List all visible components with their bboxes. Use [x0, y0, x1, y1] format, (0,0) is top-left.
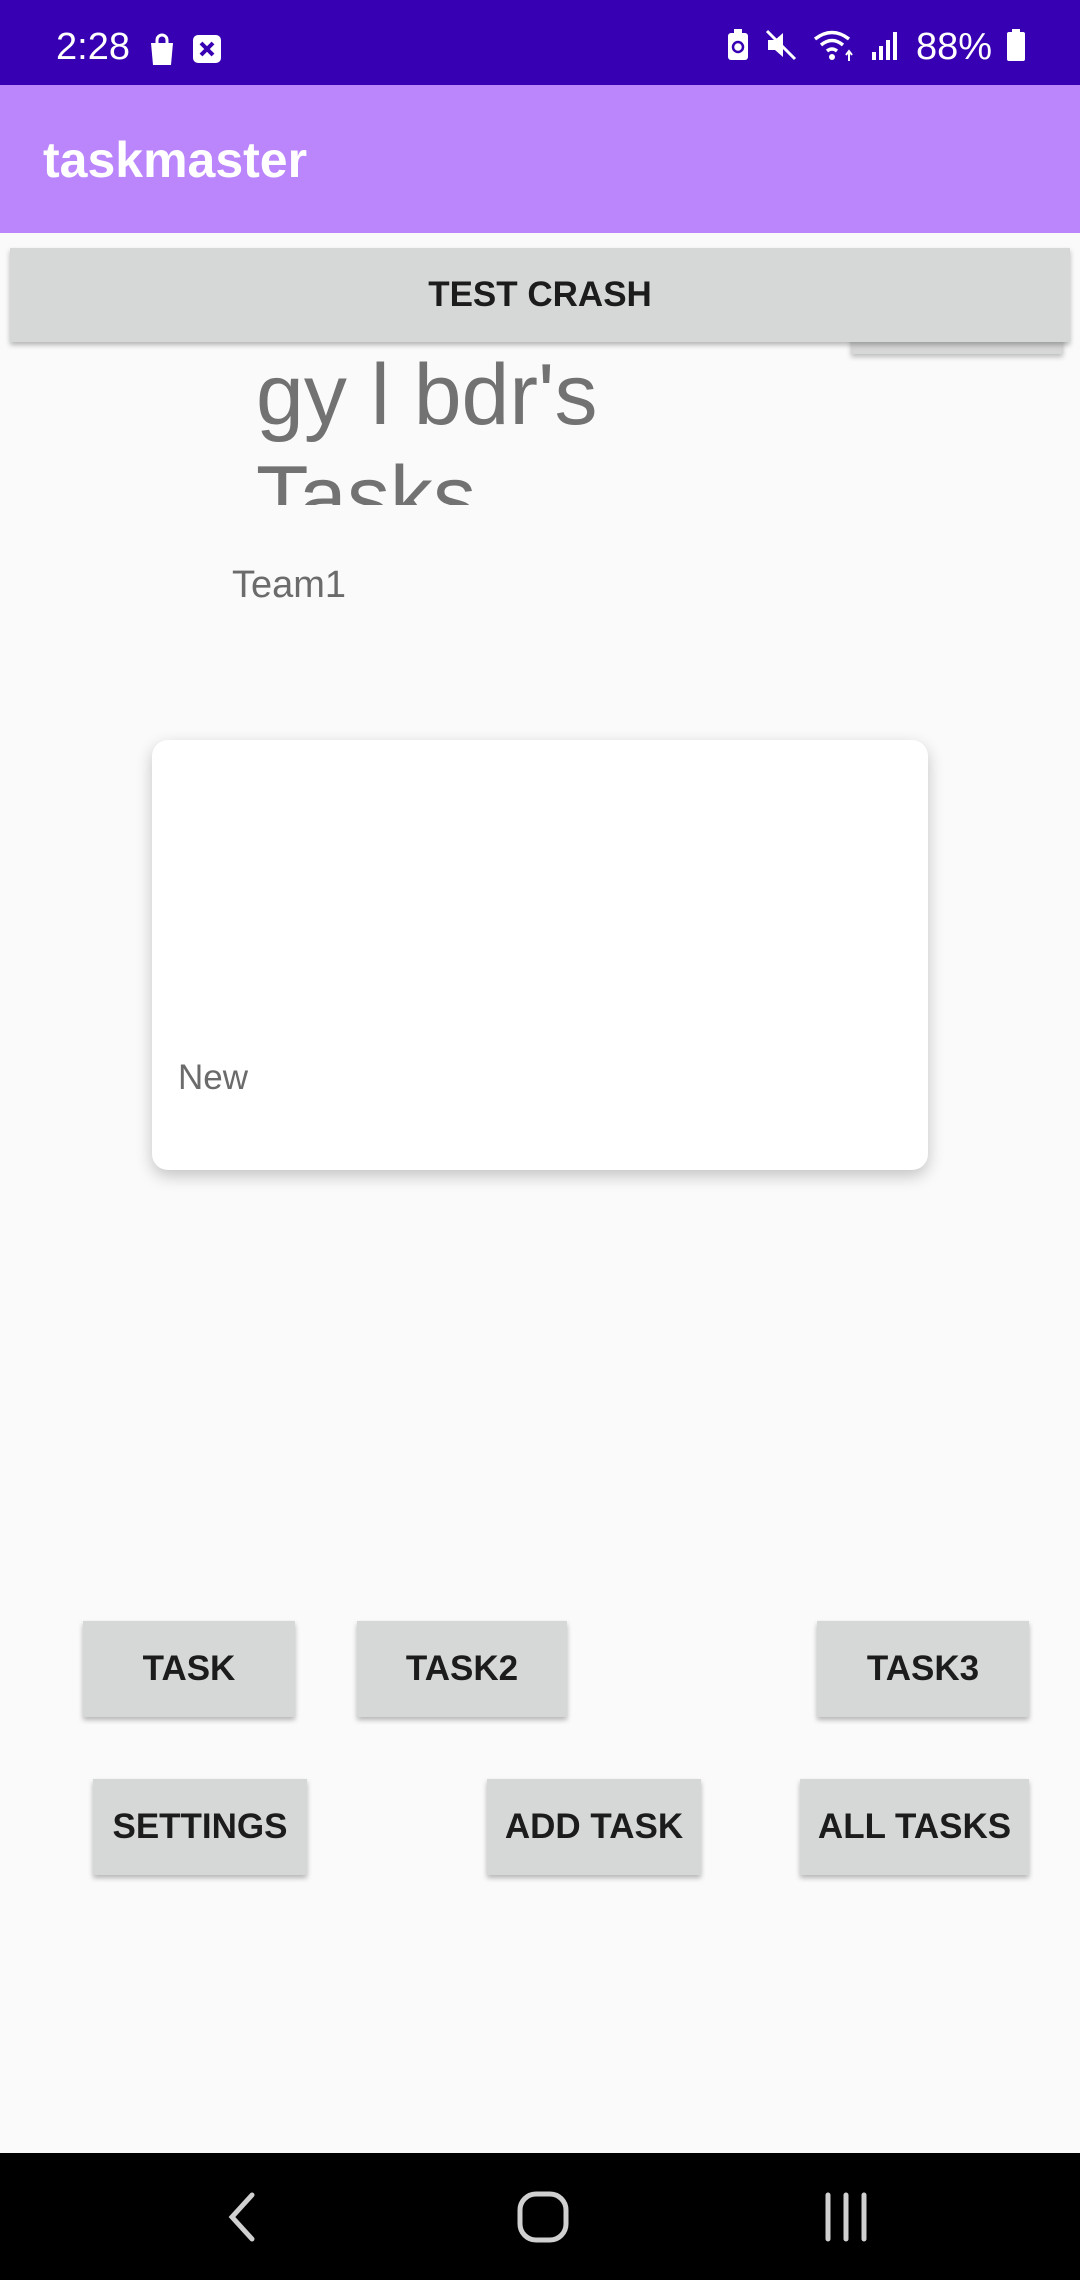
system-icons: 88% [726, 26, 1026, 69]
page-heading: gy l bdr's Tasks [256, 347, 598, 505]
status-time: 2:28 [56, 26, 130, 68]
task3-button[interactable]: TASK3 [817, 1621, 1029, 1717]
task2-button[interactable]: TASK2 [357, 1621, 567, 1717]
mute-icon [764, 28, 798, 67]
team-name: Team1 [232, 564, 347, 606]
task-card[interactable]: New [152, 740, 928, 1170]
wifi-icon [812, 28, 856, 67]
heading-container: gy l bdr's Tasks [256, 340, 816, 505]
back-icon[interactable] [202, 2185, 282, 2249]
signal-icon [870, 28, 902, 67]
recents-icon[interactable] [806, 2185, 886, 2249]
task-status: New [178, 1058, 249, 1097]
battery-percent: 88% [915, 26, 992, 68]
battery-icon [1006, 28, 1026, 67]
close-square-icon [192, 33, 222, 72]
test-crash-button[interactable]: TEST CRASH [10, 248, 1070, 342]
shopping-bag-icon [146, 33, 178, 72]
navigation-bar [0, 2153, 1080, 2280]
app-title: taskmaster [43, 132, 308, 188]
status-bar: 2:28 88% [0, 0, 1080, 85]
settings-button[interactable]: SETTINGS [93, 1779, 307, 1875]
app-bar: taskmaster [0, 85, 1080, 233]
add-task-button[interactable]: ADD TASK [487, 1779, 701, 1875]
battery-saver-icon [726, 28, 750, 67]
task-button[interactable]: TASK [83, 1621, 295, 1717]
notification-icons [146, 33, 222, 72]
all-tasks-button[interactable]: ALL TASKS [800, 1779, 1029, 1875]
home-icon[interactable] [503, 2185, 583, 2249]
